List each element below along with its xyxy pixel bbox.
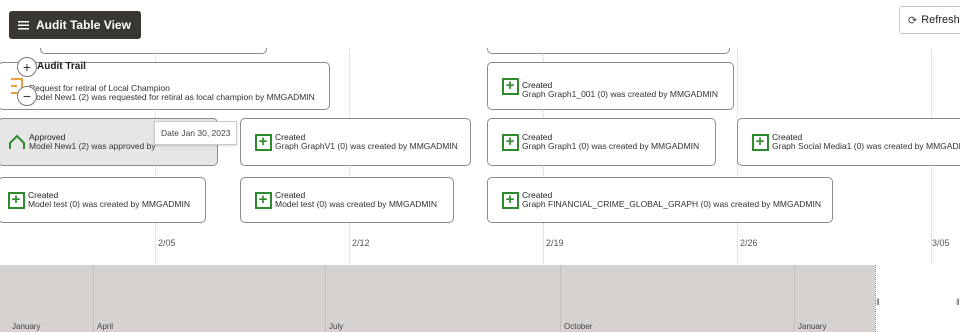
event-description: Model New1 (2) was approved by (29, 141, 156, 151)
refresh-icon: ⟳ (908, 14, 918, 27)
event-description: Model test (0) was created by MMGADMIN (275, 199, 438, 209)
event-card-partial[interactable] (487, 48, 730, 54)
zoom-out-button[interactable]: − (17, 86, 37, 106)
overview-divider (560, 265, 561, 332)
viewport-left-handle[interactable]: ‖ (876, 297, 880, 307)
refresh-button[interactable]: ⟳ Refresh (899, 6, 960, 34)
event-card-created[interactable]: + Created Graph Graph1 (0) was created b… (487, 118, 716, 166)
event-card-created[interactable]: + Created Model test (0) was created by … (0, 177, 206, 223)
list-icon (18, 20, 29, 30)
event-description: Graph Graph1 (0) was created by MMGADMIN (522, 141, 700, 151)
created-plus-icon: + (254, 191, 272, 209)
approved-icon (8, 133, 26, 151)
zoom-in-button[interactable]: + (17, 57, 37, 77)
created-plus-icon: + (501, 191, 519, 209)
created-plus-icon: + (501, 77, 519, 95)
created-plus-icon: + (751, 133, 769, 151)
event-card-created[interactable]: + Created Graph Graph1_001 (0) was creat… (487, 62, 734, 110)
event-card-partial[interactable] (40, 48, 267, 54)
refresh-label: Refresh (921, 14, 960, 26)
event-card-created[interactable]: + Created Graph FINANCIAL_CRIME_GLOBAL_G… (487, 177, 833, 223)
overview-label: April (97, 322, 114, 331)
tick-label: 3/05 (932, 238, 950, 248)
viewport-right-handle[interactable]: ‖ (956, 297, 960, 307)
event-description: Graph FINANCIAL_CRIME_GLOBAL_GRAPH (0) w… (522, 199, 821, 209)
overview-label: January (12, 322, 41, 331)
event-description: Graph Graph1_001 (0) was created by MMGA… (522, 89, 719, 99)
date-tooltip: Date Jan 30, 2023 (154, 121, 238, 145)
event-description: Model test (0) was created by MMGADMIN (28, 199, 191, 209)
created-plus-icon: + (7, 191, 25, 209)
event-description: Graph Social Media1 (0) was created by M… (772, 141, 960, 151)
event-description: Graph GraphV1 (0) was created by MMGADMI… (275, 141, 458, 151)
tick-label: 2/12 (352, 238, 370, 248)
audit-table-view-label: Audit Table View (36, 18, 131, 32)
timeline-overview[interactable]: January April July October January ‖ ‖ (0, 265, 960, 332)
audit-trail-title: Audit Trail (37, 61, 86, 72)
overview-viewport-window[interactable]: ‖ ‖ (875, 265, 960, 332)
tick-label: 2/19 (546, 238, 564, 248)
created-plus-icon: + (254, 133, 272, 151)
overview-label: July (329, 322, 344, 331)
event-card-created[interactable]: + Created Model test (0) was created by … (240, 177, 454, 223)
created-plus-icon: + (501, 133, 519, 151)
tick-label: 2/26 (740, 238, 758, 248)
timeline-panel[interactable]: Request for retiral of Local Champion Mo… (0, 48, 960, 264)
event-description: Model New1 (2) was requested for retiral… (29, 92, 315, 102)
event-card-created[interactable]: + Created Graph GraphV1 (0) was created … (240, 118, 471, 166)
tick-label: 2/05 (158, 238, 176, 248)
audit-table-view-button[interactable]: Audit Table View (9, 11, 141, 39)
overview-divider (794, 265, 795, 332)
overview-label: January (798, 322, 827, 331)
overview-divider (93, 265, 94, 332)
overview-divider (325, 265, 326, 332)
overview-label: October (564, 322, 593, 331)
event-card-created[interactable]: + Created Graph Social Media1 (0) was cr… (737, 118, 960, 166)
toolbar: Audit Table View ⟳ Refresh (0, 0, 960, 48)
